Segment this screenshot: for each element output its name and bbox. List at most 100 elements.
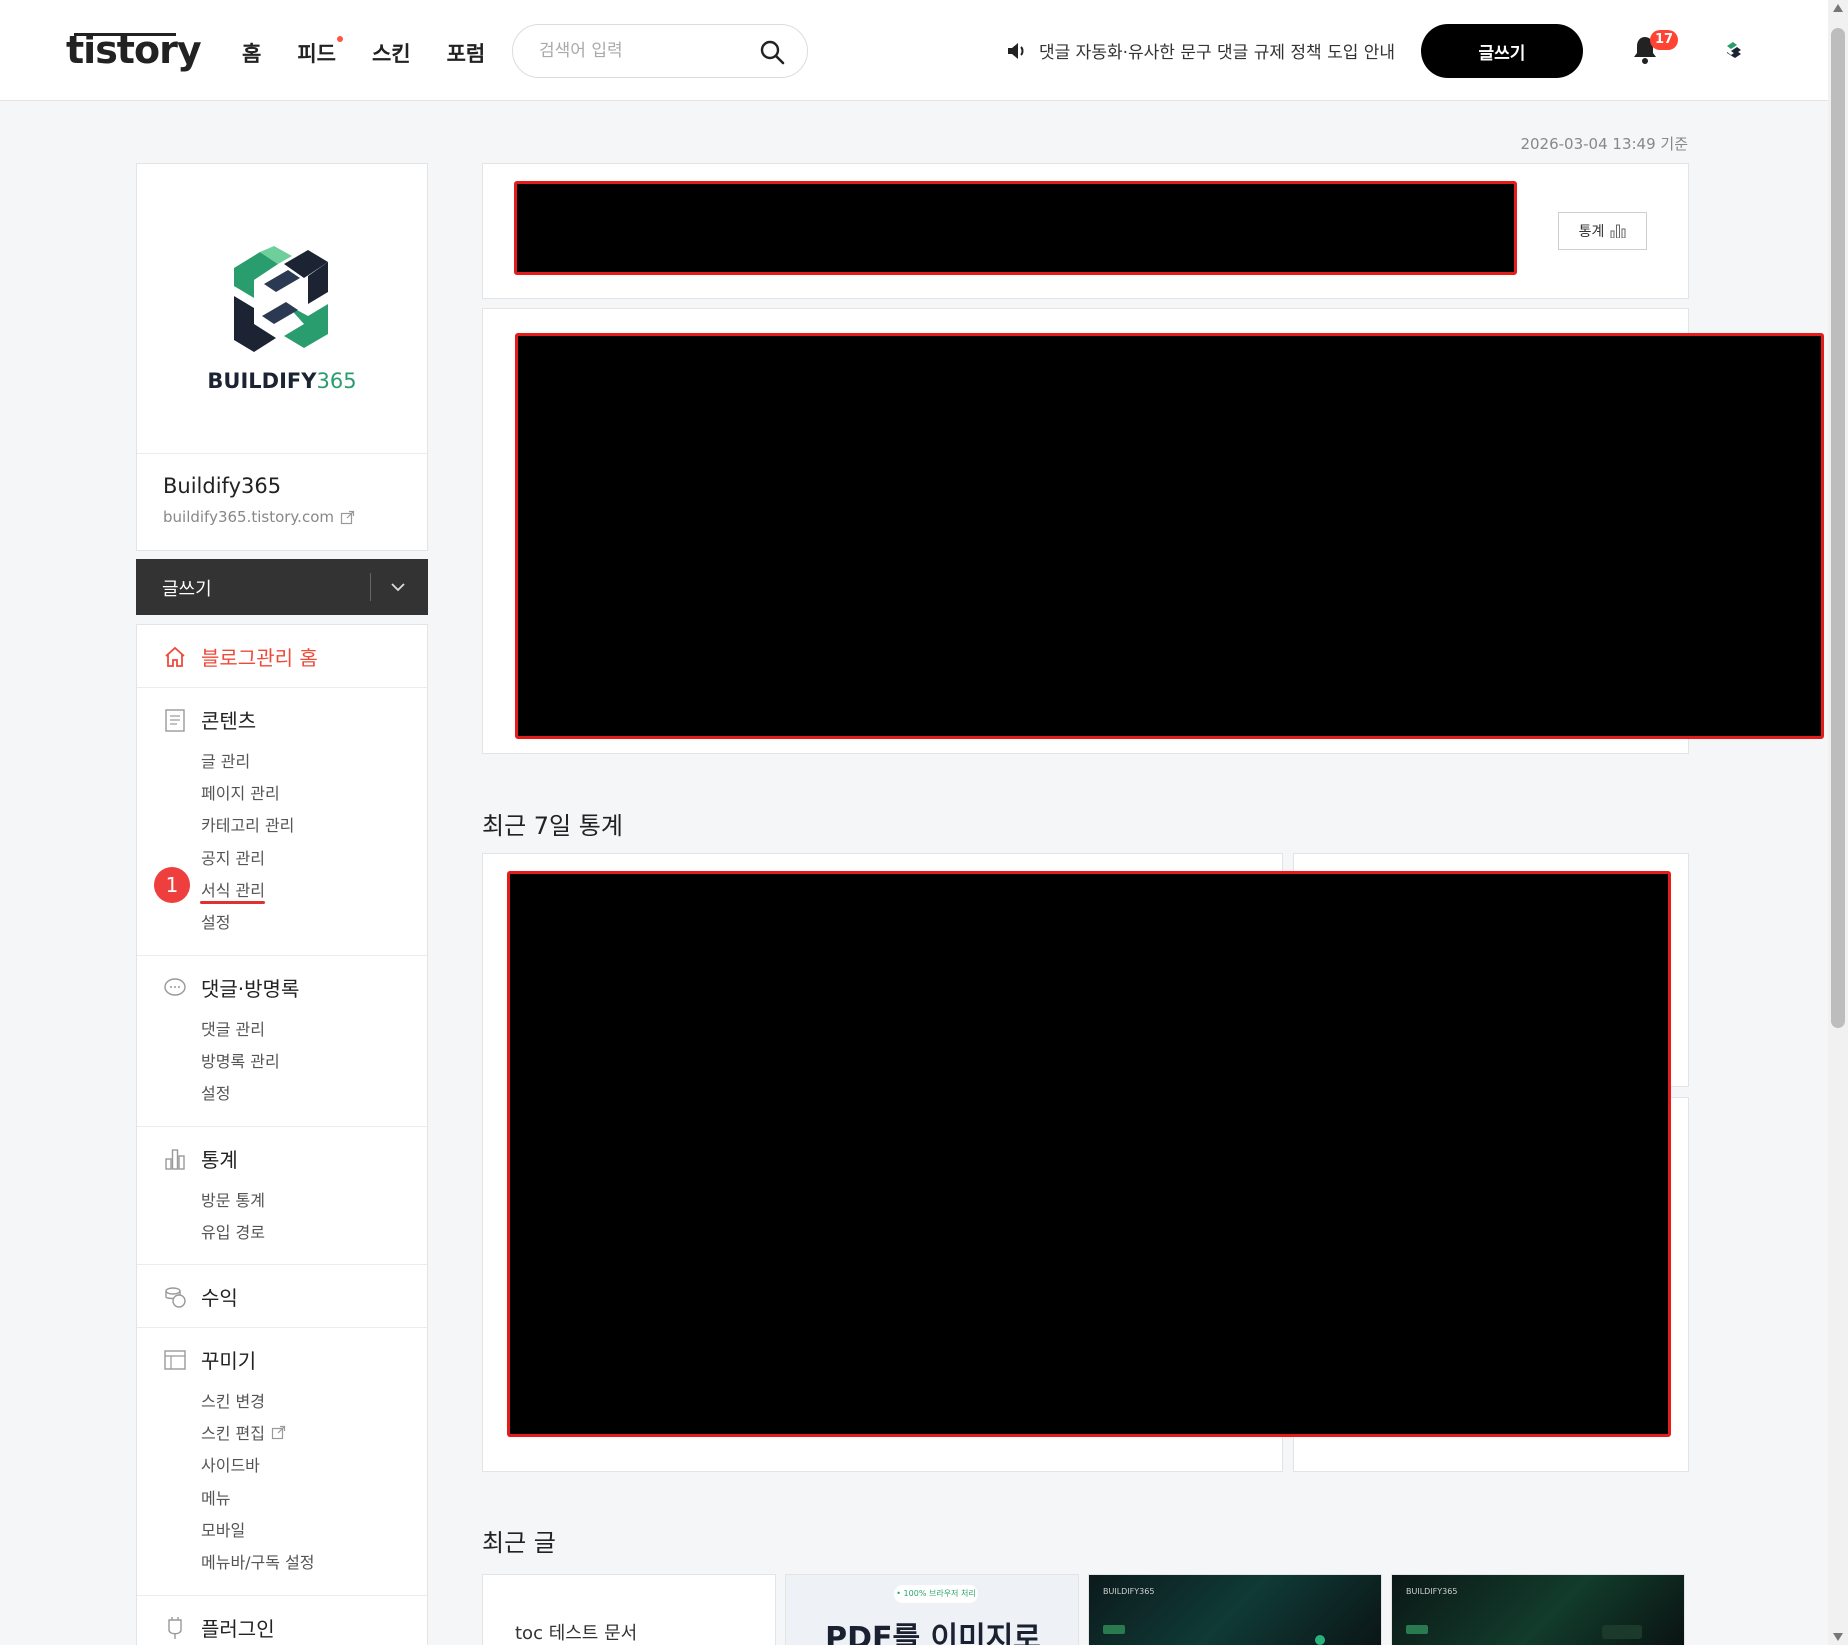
sidebar-head-stats[interactable]: 통계 <box>163 1144 238 1173</box>
write-button[interactable]: 글쓰기 <box>1421 24 1583 78</box>
sidebar-item-home[interactable]: 블로그관리 홈 <box>163 642 318 671</box>
search-input[interactable] <box>539 38 749 64</box>
sidebar-item-notices[interactable]: 공지 관리 <box>201 845 265 869</box>
blog-url-link[interactable]: buildify365.tistory.com <box>163 508 355 526</box>
sidebar-revenue-label: 수익 <box>201 1286 238 1310</box>
sidebar-head-comments[interactable]: 댓글·방명록 <box>163 973 299 1002</box>
scroll-up-arrow-icon[interactable] <box>1833 4 1843 12</box>
nav-feed[interactable]: 피드 <box>297 36 343 68</box>
sidebar-comments-label: 댓글·방명록 <box>201 977 300 1001</box>
post-card-1[interactable]: toc 테스트 문서 <box>482 1574 776 1645</box>
post-card-2[interactable]: • 100% 브라우저 처리 PDF를 이미지로 <box>785 1574 1079 1645</box>
post-title: toc 테스트 문서 <box>515 1623 638 1644</box>
external-link-icon <box>340 510 355 524</box>
layout-icon <box>164 1349 186 1370</box>
write-divider <box>370 573 371 601</box>
scroll-down-arrow-icon[interactable] <box>1833 1633 1843 1641</box>
skin-edit-label: 스킨 편집 <box>201 1424 265 1443</box>
external-link-icon <box>271 1425 286 1439</box>
post-card-3[interactable]: BUILDIFY365 <box>1088 1574 1382 1645</box>
nav-forum[interactable]: 포럼 <box>447 38 486 68</box>
redacted-weekly-stats <box>507 871 1671 1437</box>
sidebar-head-decorate[interactable]: 꾸미기 <box>163 1345 256 1374</box>
speaker-icon <box>1008 42 1024 59</box>
sidebar-plugin-label: 플러그인 <box>201 1617 275 1641</box>
menu-section-revenue: 수익 <box>137 1265 427 1328</box>
bar-chart-icon <box>165 1148 185 1170</box>
sidebar-item-content-settings[interactable]: 설정 <box>201 909 230 933</box>
sidebar-write-label: 글쓰기 <box>162 579 212 600</box>
nav-skin[interactable]: 스킨 <box>372 38 411 68</box>
sidebar-item-skin-change[interactable]: 스킨 변경 <box>201 1388 265 1412</box>
sidebar-item-menubar-subscribe[interactable]: 메뉴바/구독 설정 <box>201 1549 315 1573</box>
sidebar-head-content[interactable]: 콘텐츠 <box>163 705 256 734</box>
top-header: tistory 홈 피드 스킨 포럼 댓글 자동화·유사한 문구 댓글 규제 정… <box>0 0 1828 101</box>
logo-bar <box>74 33 176 36</box>
notification-badge: 17 <box>1650 30 1679 50</box>
sidebar-stats-label: 통계 <box>201 1148 238 1172</box>
sidebar-item-sidebar[interactable]: 사이드바 <box>201 1452 260 1476</box>
menu-section-decorate: 꾸미기 스킨 변경 스킨 편집 사이드바 메뉴 모바일 메뉴바/구독 설정 <box>137 1328 427 1596</box>
sidebar-item-templates[interactable]: 서식 관리 <box>201 877 265 901</box>
bar-chart-icon <box>1610 224 1626 238</box>
annotation-step-badge: 1 <box>154 867 190 903</box>
notice-banner[interactable]: 댓글 자동화·유사한 문구 댓글 규제 정책 도입 안내 <box>1005 38 1395 63</box>
nav-home[interactable]: 홈 <box>242 38 261 68</box>
sidebar-item-referrers[interactable]: 유입 경로 <box>201 1219 265 1243</box>
search-box <box>512 24 808 78</box>
sidebar-write-button[interactable]: 글쓰기 <box>136 559 428 615</box>
thumb-brand: BUILDIFY365 <box>1406 1587 1458 1596</box>
sidebar-head-plugin[interactable]: 플러그인 <box>163 1613 275 1642</box>
menu-section-stats: 통계 방문 통계 유입 경로 <box>137 1127 427 1265</box>
sidebar-item-menu[interactable]: 메뉴 <box>201 1485 230 1509</box>
page-scrollbar[interactable] <box>1828 0 1848 1645</box>
annotation-underline <box>200 901 265 904</box>
sidebar-item-guestbook-manage[interactable]: 방명록 관리 <box>201 1048 280 1072</box>
speech-bubble-icon <box>164 977 186 996</box>
blog-name: Buildify365 <box>163 474 282 498</box>
thumb-tag <box>1406 1625 1428 1634</box>
summary-card <box>482 163 1689 299</box>
thumb-title: PDF를 이미지로 <box>825 1621 1041 1645</box>
chevron-down-icon[interactable] <box>390 581 406 593</box>
sidebar-item-categories[interactable]: 카테고리 관리 <box>201 812 294 836</box>
buildify-logo-icon <box>234 246 328 352</box>
menu-section-content: 콘텐츠 글 관리 페이지 관리 카테고리 관리 공지 관리 서식 관리 설정 <box>137 688 427 956</box>
tistory-logo[interactable]: tistory <box>66 28 202 72</box>
sidebar-item-comment-settings[interactable]: 설정 <box>201 1080 230 1104</box>
sidebar-item-skin-edit[interactable]: 스킨 편집 <box>201 1420 286 1444</box>
brand-wordmark: BUILDIFY365 <box>137 369 427 393</box>
sidebar-decorate-label: 꾸미기 <box>201 1349 257 1373</box>
blog-profile-card: BUILDIFY365 Buildify365 buildify365.tist… <box>136 163 428 551</box>
thumb-tag <box>1103 1625 1125 1634</box>
sidebar-item-pages[interactable]: 페이지 관리 <box>201 780 280 804</box>
plugin-icon <box>168 1616 182 1639</box>
scroll-thumb[interactable] <box>1831 28 1845 1028</box>
stats-button[interactable]: 통계 <box>1558 212 1647 250</box>
search-icon[interactable] <box>759 39 785 65</box>
sidebar-item-visit-stats[interactable]: 방문 통계 <box>201 1187 265 1211</box>
brand-main: BUILDIFY <box>207 369 317 393</box>
menu-section-home: 블로그관리 홈 <box>137 625 427 688</box>
sidebar-item-mobile[interactable]: 모바일 <box>201 1517 245 1541</box>
thumb-badge: • 100% 브라우저 처리 <box>894 1585 978 1603</box>
thumb-dot-icon <box>1315 1635 1325 1645</box>
thumb-brand: BUILDIFY365 <box>1103 1587 1155 1596</box>
new-dot-icon <box>336 36 343 42</box>
post-card-4[interactable]: BUILDIFY365 <box>1391 1574 1685 1645</box>
recent-posts-title: 최근 글 <box>482 1529 556 1557</box>
sidebar-item-posts[interactable]: 글 관리 <box>201 748 250 772</box>
sidebar-item-comment-manage[interactable]: 댓글 관리 <box>201 1016 265 1040</box>
user-avatar[interactable] <box>1718 34 1750 66</box>
coins-icon <box>165 1286 186 1308</box>
sidebar-menu: 블로그관리 홈 콘텐츠 글 관리 페이지 관리 카테고리 관리 공지 관리 서식… <box>136 624 428 1645</box>
redacted-summary <box>514 181 1517 275</box>
nav-feed-label: 피드 <box>297 42 336 66</box>
sidebar-head-revenue[interactable]: 수익 <box>163 1282 238 1311</box>
notice-text: 댓글 자동화·유사한 문구 댓글 규제 정책 도입 안내 <box>1039 43 1396 63</box>
main-nav: 홈 피드 스킨 포럼 <box>242 36 521 68</box>
menu-section-comments: 댓글·방명록 댓글 관리 방명록 관리 설정 <box>137 956 427 1127</box>
blog-url-text: buildify365.tistory.com <box>163 508 334 526</box>
home-icon <box>165 646 185 667</box>
brand-number: 365 <box>316 369 357 393</box>
